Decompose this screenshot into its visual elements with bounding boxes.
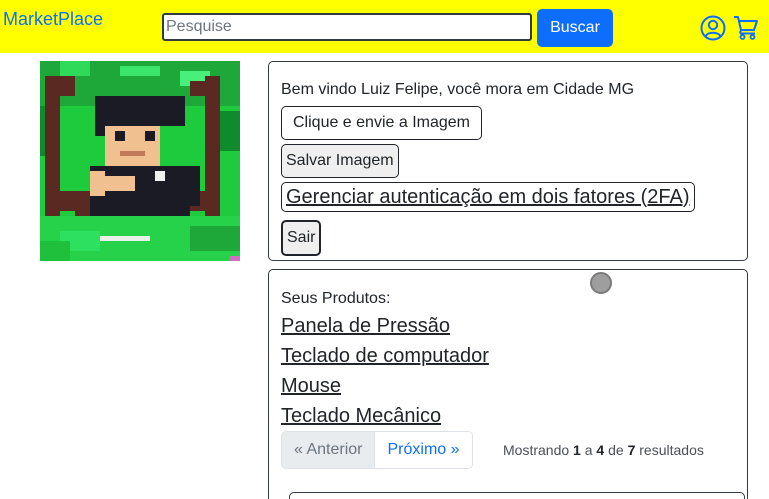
shopping-cart-icon[interactable] [733, 14, 759, 40]
loading-indicator [590, 272, 612, 294]
brand-link[interactable]: MarketPlace [3, 9, 103, 30]
pagination: « Anterior Próximo » [281, 431, 473, 469]
product-link[interactable]: Teclado Mecânico [281, 405, 441, 428]
product-link[interactable]: Mouse [281, 375, 341, 398]
profile-avatar-image [40, 61, 240, 261]
logout-button[interactable]: Sair [281, 220, 322, 256]
pagination-next[interactable]: Próximo » [375, 432, 472, 468]
upload-image-button[interactable]: Clique e envie a Imagem [281, 106, 482, 140]
welcome-text: Bem vindo Luiz Felipe, você mora em Cida… [281, 81, 635, 98]
top-navbar: MarketPlace Buscar [0, 0, 769, 53]
pagination-previous[interactable]: « Anterior [282, 432, 376, 468]
search-input[interactable] [162, 13, 532, 41]
results-summary: Mostrando 1 a 4 de 7 resultados [503, 442, 704, 458]
search-button[interactable]: Buscar [537, 9, 613, 47]
user-circle-icon[interactable] [700, 15, 726, 41]
profile-card: Bem vindo Luiz Felipe, você mora em Cida… [268, 61, 748, 261]
product-link[interactable]: Teclado de computador [281, 345, 489, 368]
products-title: Seus Produtos: [281, 290, 391, 307]
inner-content-box [289, 492, 745, 499]
manage-2fa-button[interactable]: Gerenciar autenticação em dois fatores (… [281, 182, 695, 212]
products-card: Seus Produtos: Panela de Pressão Teclado… [268, 269, 748, 499]
save-image-button[interactable]: Salvar Imagem [281, 144, 399, 178]
product-link[interactable]: Panela de Pressão [281, 315, 450, 338]
